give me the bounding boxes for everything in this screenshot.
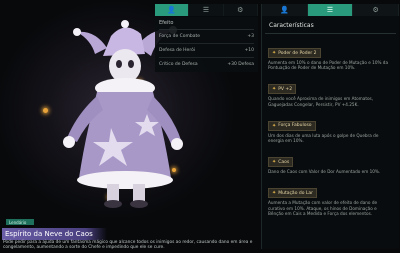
tab-character[interactable]: 👤	[262, 4, 308, 16]
tab-settings[interactable]: ⚙	[224, 4, 258, 16]
star-icon: ✦	[272, 86, 277, 93]
feature-header: ✦ Caos	[268, 157, 294, 168]
feature-name: Poder de Poder 2	[278, 50, 317, 56]
stats-panel: Efeito Força de Combate +3 Defesa de Her…	[155, 17, 258, 72]
feature-name: Força Fabuloso	[278, 123, 312, 129]
feature-description: Aumenta a Mutação com valor de efeito de…	[268, 200, 378, 216]
stat-value: +3	[247, 34, 254, 39]
character-icon: 👤	[167, 6, 177, 14]
stats-title: Efeito	[159, 20, 254, 30]
stat-value: +10	[244, 48, 255, 53]
stat-value: +30 Defesa	[227, 62, 254, 67]
features-panel: 👤 ☰ ⚙ Características ✦ Poder de Poder 2…	[261, 4, 400, 249]
stat-label: Defesa de Herói	[159, 48, 196, 53]
feature-description: Aumenta em 10% o dano de Poder de Mutaçã…	[268, 60, 389, 71]
feature-header: ✦ Poder de Poder 2	[268, 48, 321, 58]
star-icon: ✦	[272, 190, 277, 197]
list-icon: ☰	[326, 6, 334, 14]
tab-character[interactable]: 👤	[155, 4, 190, 16]
features-tab-bar: 👤 ☰ ⚙	[262, 4, 400, 16]
feature-item: ✦ Caos Dano de Caos com Valor de Dor Aum…	[268, 148, 393, 174]
feature-name: PV +2	[278, 86, 293, 92]
feature-item: ✦ Poder de Poder 2 Aumenta em 10% o dano…	[268, 39, 393, 70]
top-tab-bar: 👤 ☰ ⚙	[155, 4, 258, 16]
star-icon: ✦	[272, 122, 277, 129]
feature-description: Quando você Aproxima de inimigos em Atom…	[268, 96, 374, 107]
character-icon: 👤	[279, 6, 289, 14]
stat-label: Força de Combate	[159, 34, 201, 39]
feature-description: Dano de Caos com Valor de Dor Aumentado …	[268, 169, 381, 175]
item-name: Espírito da Neve do Caos	[2, 228, 107, 240]
sparkle-particle	[43, 108, 48, 113]
feature-description: Um dos dias de uma luta após o golpe de …	[268, 132, 379, 144]
feature-item: ✦ PV +2 Quando você Aproxima de inimigos…	[268, 75, 393, 107]
stat-label: Crítico de Defesa	[159, 62, 198, 67]
stat-row: Crítico de Defesa +30 Defesa	[159, 58, 254, 71]
rarity-badge: Lendário	[6, 219, 34, 225]
tab-list[interactable]: ☰	[189, 4, 224, 16]
tab-list[interactable]: ☰	[307, 4, 354, 16]
stat-row: Defesa de Herói +10	[159, 44, 254, 58]
feature-name: Caos	[278, 159, 290, 165]
tab-settings[interactable]: ⚙	[353, 4, 400, 16]
stat-row: Força de Combate +3	[159, 30, 254, 44]
feature-item: ✦ Mutação do Lar Aumenta a Mutação com v…	[268, 179, 393, 216]
settings-icon: ⚙	[372, 6, 379, 14]
settings-icon: ⚙	[237, 6, 244, 14]
list-icon: ☰	[202, 6, 210, 14]
feature-name: Mutação do Lar	[278, 190, 314, 196]
item-description: Pode pedir para a ajuda de um fantasma m…	[3, 240, 253, 250]
star-icon: ✦	[272, 50, 277, 56]
feature-header: ✦ Força Fabuloso	[268, 120, 316, 131]
feature-header: ✦ PV +2	[268, 84, 297, 95]
star-icon: ✦	[272, 159, 277, 166]
feature-item: ✦ Força Fabuloso Um dos dias de uma luta…	[268, 112, 393, 143]
feature-header: ✦ Mutação do Lar	[268, 188, 318, 199]
features-title: Características	[265, 16, 396, 34]
